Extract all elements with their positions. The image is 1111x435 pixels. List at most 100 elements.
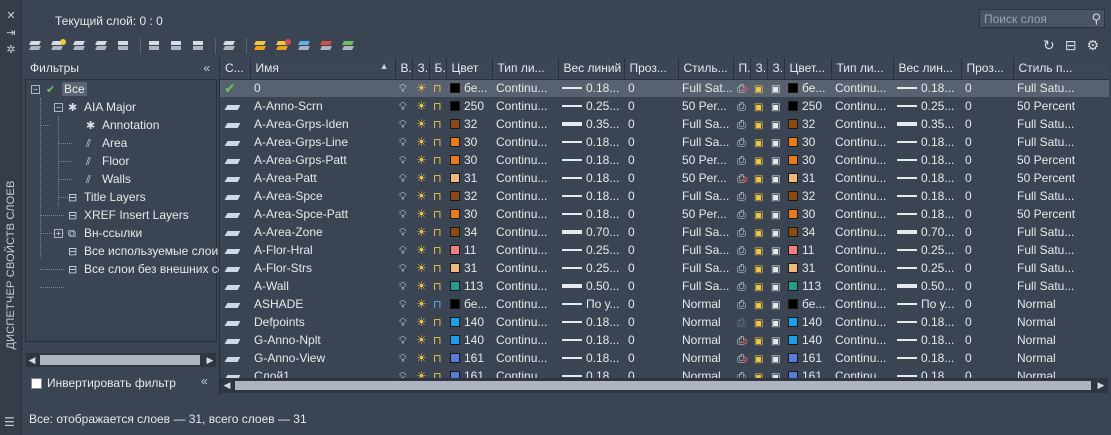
name-cell[interactable]: A-Area-Patt xyxy=(250,169,395,187)
vp-transparency-cell[interactable]: 0 xyxy=(961,133,1013,151)
freeze-cell[interactable]: ☀ xyxy=(412,133,429,151)
vp-freeze-cell[interactable]: ▣ xyxy=(750,331,767,349)
layer-row[interactable]: A-Area-Grps-Iden 💡︎ ☀ ⊓ 32 Continu... 0.35... 0… xyxy=(220,115,1109,133)
status-cell[interactable] xyxy=(220,277,250,295)
on-cell[interactable]: 💡︎ xyxy=(395,295,412,313)
layer-row[interactable]: ASHADE 💡︎ ☀ ⊓ бе... Continu... По у... 0 Normal ⎙… xyxy=(220,295,1109,313)
printer-icon[interactable]: ⎙ xyxy=(737,299,746,311)
close-icon[interactable]: ✕ xyxy=(0,8,22,25)
status-cell[interactable] xyxy=(220,187,250,205)
printer-icon[interactable]: ⎙ xyxy=(737,227,746,239)
vp-linetype-cell[interactable]: Continu... xyxy=(831,349,893,367)
lineweight-cell[interactable]: 0.18... xyxy=(558,187,624,205)
on-cell[interactable]: 💡︎ xyxy=(395,205,412,223)
color-cell[interactable]: 31 xyxy=(446,259,492,277)
filter-xref-insert[interactable]: ⊟ XREF Insert Layers xyxy=(68,206,189,224)
plot-cell[interactable]: ⎙ xyxy=(733,295,750,313)
layer-row[interactable]: G-Anno-Nplt 💡︎ ☀ ⊓ 140 Continu... 0.18... 0 Norm… xyxy=(220,331,1109,349)
collapse-aia-icon[interactable]: − xyxy=(54,103,63,112)
on-cell[interactable]: 💡︎ xyxy=(395,79,412,97)
plotstyle-cell[interactable]: Full Sa... xyxy=(678,115,733,133)
linetype-cell[interactable]: Continu... xyxy=(492,97,558,115)
linetype-cell[interactable]: Continu... xyxy=(492,295,558,313)
refresh-icon[interactable]: ↻ xyxy=(1043,37,1055,54)
color-cell[interactable]: 161 xyxy=(446,349,492,367)
lock-cell[interactable]: ⊓ xyxy=(429,151,446,169)
vp-transparency-cell[interactable]: 0 xyxy=(961,277,1013,295)
vp-color-cell[interactable]: 31 xyxy=(784,169,831,187)
printer-icon[interactable]: ⎙ xyxy=(737,281,746,293)
plotstyle-cell[interactable]: 50 Per... xyxy=(678,205,733,223)
name-cell[interactable]: A-Area-Zone xyxy=(250,223,395,241)
layer-row[interactable]: A-Area-Patt 💡︎ ☀ ⊓ 31 Continu... 0.18... 0 50 Pe… xyxy=(220,169,1109,187)
lineweight-cell[interactable]: 0.25... xyxy=(558,241,624,259)
vp-transparency-cell[interactable]: 0 xyxy=(961,241,1013,259)
vp-color-cell[interactable]: 31 xyxy=(784,259,831,277)
name-cell[interactable]: 0 xyxy=(250,79,395,97)
name-cell[interactable]: A-Flor-Strs xyxy=(250,259,395,277)
plotstyle-cell[interactable]: Normal xyxy=(678,331,733,349)
lock-cell[interactable]: ⊓ xyxy=(429,169,446,187)
vp-color-cell[interactable]: 11 xyxy=(784,241,831,259)
filter-xrefs[interactable]: ⧉ Вн-ссылки xyxy=(68,224,142,242)
linetype-cell[interactable]: Continu... xyxy=(492,205,558,223)
transparency-cell[interactable]: 0 xyxy=(624,97,678,115)
col-new-vp-freeze[interactable]: З. xyxy=(767,58,785,80)
freeze-cell[interactable]: ☀ xyxy=(412,277,429,295)
freeze-cell[interactable]: ☀ xyxy=(412,205,429,223)
lineweight-cell[interactable]: 0.18... xyxy=(558,313,624,331)
delete-layer-icon[interactable] xyxy=(319,39,335,53)
plotstyle-cell[interactable]: Normal xyxy=(678,349,733,367)
plot-cell[interactable]: ⎙⊘ xyxy=(733,331,750,349)
plotstyle-cell[interactable]: 50 Per... xyxy=(678,169,733,187)
expand-xrefs-icon[interactable]: + xyxy=(54,229,63,238)
on-cell[interactable]: 💡︎ xyxy=(395,115,412,133)
freeze-cell[interactable]: ☀ xyxy=(412,169,429,187)
filter-floor[interactable]: ⫽ Floor xyxy=(86,152,129,170)
name-cell[interactable]: G-Anno-View xyxy=(250,349,395,367)
color-cell[interactable]: 30 xyxy=(446,205,492,223)
status-cell[interactable] xyxy=(220,241,250,259)
printer-icon[interactable]: ⎙ xyxy=(737,101,746,113)
set-current-icon[interactable] xyxy=(341,39,357,53)
on-cell[interactable]: 💡︎ xyxy=(395,259,412,277)
search-input[interactable]: Поиск слоя ⚲ xyxy=(979,9,1105,28)
plot-cell[interactable]: ⎙ xyxy=(733,277,750,295)
on-cell[interactable]: 💡︎ xyxy=(395,331,412,349)
vp-transparency-cell[interactable]: 0 xyxy=(961,79,1013,97)
transparency-cell[interactable]: 0 xyxy=(624,205,678,223)
transparency-cell[interactable]: 0 xyxy=(624,331,678,349)
lineweight-cell[interactable]: 0.18... xyxy=(558,79,624,97)
col-lineweight[interactable]: Вес линий xyxy=(558,58,625,80)
col-vp-color[interactable]: Цвет... xyxy=(784,58,832,80)
layer-row[interactable]: A-Flor-Strs 💡︎ ☀ ⊓ 31 Continu... 0.25... 0 Full … xyxy=(220,259,1109,277)
layer-settings-icon[interactable]: ⊟ xyxy=(1065,37,1077,54)
new-vp-freeze-cell[interactable]: ▣ xyxy=(767,331,784,349)
vp-transparency-cell[interactable]: 0 xyxy=(961,313,1013,331)
transparency-cell[interactable]: 0 xyxy=(624,241,678,259)
invert-filter-checkbox[interactable]: Инвертировать фильтр xyxy=(31,374,176,392)
filter-aia-major[interactable]: ✱ AIA Major xyxy=(68,98,136,116)
vp-color-cell[interactable]: 250 xyxy=(784,97,831,115)
on-cell[interactable]: 💡︎ xyxy=(395,223,412,241)
vp-linetype-cell[interactable]: Continu... xyxy=(831,133,893,151)
new-vp-freeze-cell[interactable]: ▣ xyxy=(767,277,784,295)
vp-linetype-cell[interactable]: Continu... xyxy=(831,151,893,169)
new-vp-freeze-cell[interactable]: ▣ xyxy=(767,187,784,205)
grid-hscrollbar[interactable]: ◀ ▶ xyxy=(220,378,1108,393)
filter-annotation[interactable]: ✱ Annotation xyxy=(86,116,159,134)
vp-freeze-cell[interactable]: ▣ xyxy=(750,79,767,97)
palette-title-bar[interactable]: ✕ ⇥ ✲ ДИСПЕТЧЕР СВОЙСТВ СЛОЕВ ☰ xyxy=(0,0,22,435)
vp-color-cell[interactable]: 30 xyxy=(784,133,831,151)
vp-transparency-cell[interactable]: 0 xyxy=(961,295,1013,313)
vp-linetype-cell[interactable]: Continu... xyxy=(831,277,893,295)
lock-cell[interactable]: ⊓ xyxy=(429,187,446,205)
vp-linetype-cell[interactable]: Continu... xyxy=(831,79,893,97)
lock-cell[interactable]: ⊓ xyxy=(429,259,446,277)
color-cell[interactable]: 34 xyxy=(446,223,492,241)
vp-lineweight-cell[interactable]: 0.18... xyxy=(893,331,961,349)
vp-freeze-cell[interactable]: ▣ xyxy=(750,115,767,133)
collapse-all-icon[interactable]: − xyxy=(31,85,40,94)
vp-linetype-cell[interactable]: Continu... xyxy=(831,259,893,277)
layer-row[interactable]: A-Flor-Hral 💡︎ ☀ ⊓ 11 Continu... 0.25... 0 Full … xyxy=(220,241,1109,259)
